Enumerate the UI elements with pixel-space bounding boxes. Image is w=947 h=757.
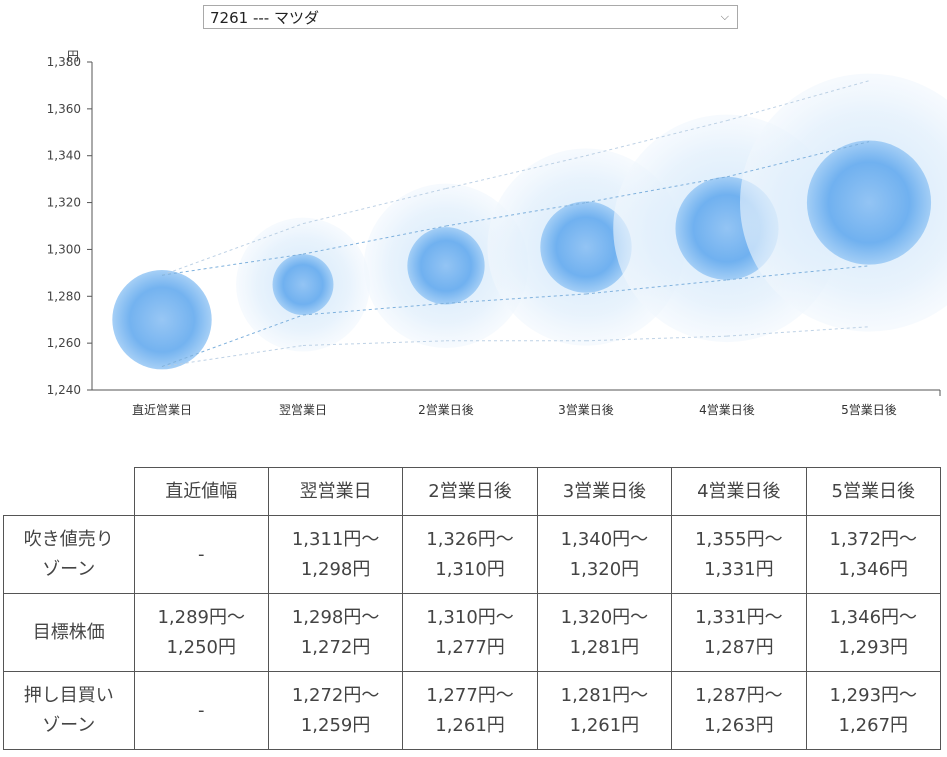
cell-line: 1,293円～ bbox=[829, 684, 918, 706]
cell-line: 1,355円～ bbox=[695, 528, 783, 550]
table-cell: 1,340円～ 1,320円 bbox=[536, 515, 673, 594]
row-label-line: ゾーン bbox=[42, 714, 96, 736]
cell-line: 1,261円 bbox=[435, 714, 505, 736]
table-cell: - bbox=[133, 671, 269, 750]
cell-line: 1,281円～ bbox=[560, 684, 649, 706]
cell-line: 1,277円～ bbox=[426, 684, 514, 706]
row-label: 押し目買い ゾーン bbox=[3, 671, 135, 750]
cell-line: 1,298円～ bbox=[291, 606, 380, 628]
y-unit-label: 円 bbox=[67, 49, 79, 63]
x-category-label: 直近営業日 bbox=[132, 403, 192, 417]
y-tick-label: 1,320 bbox=[47, 196, 81, 210]
x-category-label: 5営業日後 bbox=[841, 403, 897, 417]
table-cell: 1,310円～ 1,277円 bbox=[402, 593, 538, 672]
cell-line: 1,259円 bbox=[300, 714, 371, 736]
cell-line: 1,272円～ bbox=[291, 684, 380, 706]
table-row: 押し目買い ゾーン -1,272円～ 1,259円 1,277円～ 1,261円 1,281… bbox=[3, 671, 942, 750]
table-header-row: 直近値幅 翌営業日 2営業日後 3営業日後 4営業日後 5営業日後 bbox=[3, 467, 942, 516]
table-body: 吹き値売りゾーン - 1,311円～ 1,298円 1,326円～ 1,310円 1,340… bbox=[3, 515, 942, 750]
cell-line: 1,298円 bbox=[300, 558, 371, 580]
row-label-line: ゾーン bbox=[42, 558, 96, 580]
target-price-bubble bbox=[407, 227, 485, 305]
table-cell: 1,355円～ 1,331円 bbox=[671, 515, 807, 594]
y-tick-label: 1,260 bbox=[47, 336, 81, 350]
cell-line: 1,261円 bbox=[569, 714, 640, 736]
cell-line: 1,331円 bbox=[704, 558, 774, 580]
table-cell: 1,287円～ 1,263円 bbox=[671, 671, 807, 750]
table-cell: 1,277円～ 1,261円 bbox=[402, 671, 538, 750]
table-column-header: 3営業日後 bbox=[536, 467, 673, 516]
row-label: 目標株価 bbox=[3, 593, 135, 672]
table-column-header: 翌営業日 bbox=[267, 467, 404, 516]
cell-line: 1,311円～ bbox=[291, 528, 380, 550]
table-row: 目標株価 1,289円～ 1,250円 1,298円～ 1,272円 1,310円～ 1,2… bbox=[3, 593, 942, 672]
table-cell: 1,326円～ 1,310円 bbox=[402, 515, 538, 594]
cell-line: 1,267円 bbox=[838, 714, 909, 736]
row-label-line: 目標株価 bbox=[32, 621, 105, 643]
y-tick-label: 1,300 bbox=[47, 242, 81, 256]
cell-line: 1,287円～ bbox=[695, 684, 783, 706]
cell-line: 1,310円 bbox=[435, 558, 505, 580]
table-cell: 1,281円～ 1,261円 bbox=[536, 671, 673, 750]
chevron-down-icon: ⌵ bbox=[720, 10, 729, 23]
y-tick-label: 1,340 bbox=[47, 149, 81, 163]
table-column-header: 2営業日後 bbox=[402, 467, 538, 516]
cell-line: 1,277円 bbox=[435, 636, 505, 658]
row-label-line: 押し目買い bbox=[23, 684, 114, 706]
target-price-bubble bbox=[272, 254, 334, 316]
cell-line: 1,289円～ bbox=[157, 606, 245, 628]
table-cell: 1,346円～ 1,293円 bbox=[805, 593, 942, 672]
stock-select-value: 7261 --- マツダ bbox=[210, 8, 319, 27]
table-cell: - bbox=[133, 515, 269, 594]
cell-line: 1,326円～ bbox=[426, 528, 514, 550]
cell-line: 1,281円 bbox=[569, 636, 640, 658]
x-category-label: 2営業日後 bbox=[418, 403, 474, 417]
cell-line: 1,263円 bbox=[704, 714, 774, 736]
table-row: 吹き値売りゾーン - 1,311円～ 1,298円 1,326円～ 1,310円 1,340… bbox=[3, 515, 942, 594]
table-column-header: 5営業日後 bbox=[805, 467, 942, 516]
row-label: 吹き値売り ゾーン bbox=[3, 515, 135, 594]
table-column-header: 直近値幅 bbox=[133, 467, 269, 516]
table-corner-cell bbox=[3, 467, 135, 516]
table-cell: 1,293円～ 1,267円 bbox=[805, 671, 942, 750]
y-tick-label: 1,240 bbox=[47, 383, 81, 397]
zone-table: 直近値幅 翌営業日 2営業日後 3営業日後 4営業日後 5営業日後 吹き値売りゾーン - 1,… bbox=[3, 467, 942, 750]
x-category-label: 翌営業日 bbox=[279, 403, 327, 417]
cell-line: 1,272円 bbox=[300, 636, 371, 658]
cell-line: 1,250円 bbox=[166, 636, 236, 658]
stock-select[interactable]: 7261 --- マツダ ⌵ bbox=[203, 5, 738, 29]
cell-line: 1,320円 bbox=[569, 558, 640, 580]
y-tick-label: 1,360 bbox=[47, 102, 81, 116]
table-cell: 1,320円～ 1,281円 bbox=[536, 593, 673, 672]
cell-line: 1,340円～ bbox=[560, 528, 649, 550]
cell-line: 1,346円～ bbox=[829, 606, 918, 628]
table-cell: 1,289円～ 1,250円 bbox=[133, 593, 269, 672]
table-cell: 1,298円～ 1,272円 bbox=[267, 593, 404, 672]
table-cell: 1,311円～ 1,298円 bbox=[267, 515, 404, 594]
bubble-layer bbox=[112, 73, 947, 370]
table-cell: 1,272円～ 1,259円 bbox=[267, 671, 404, 750]
cell-line: - bbox=[197, 543, 205, 565]
cell-line: 1,331円～ bbox=[695, 606, 783, 628]
cell-line: 1,287円 bbox=[704, 636, 774, 658]
x-category-label: 3営業日後 bbox=[558, 403, 614, 417]
x-category-label: 4営業日後 bbox=[699, 403, 755, 417]
table-cell: 1,372円～ 1,346円 bbox=[805, 515, 942, 594]
cell-line: 1,320円～ bbox=[560, 606, 649, 628]
cell-line: 1,310円～ bbox=[426, 606, 514, 628]
target-price-bubble bbox=[112, 270, 212, 370]
forecast-bubble-chart: 1,2401,2601,2801,3001,3201,3401,3601,380… bbox=[47, 49, 947, 417]
cell-line: 1,346円 bbox=[838, 558, 909, 580]
target-price-bubble bbox=[806, 140, 932, 265]
table-column-header: 4営業日後 bbox=[671, 467, 807, 516]
table-cell: 1,331円～ 1,287円 bbox=[671, 593, 807, 672]
y-tick-label: 1,280 bbox=[47, 289, 81, 303]
row-label-line: 吹き値売り bbox=[23, 528, 114, 550]
cell-line: - bbox=[197, 699, 205, 721]
cell-line: 1,372円～ bbox=[829, 528, 918, 550]
cell-line: 1,293円 bbox=[838, 636, 909, 658]
